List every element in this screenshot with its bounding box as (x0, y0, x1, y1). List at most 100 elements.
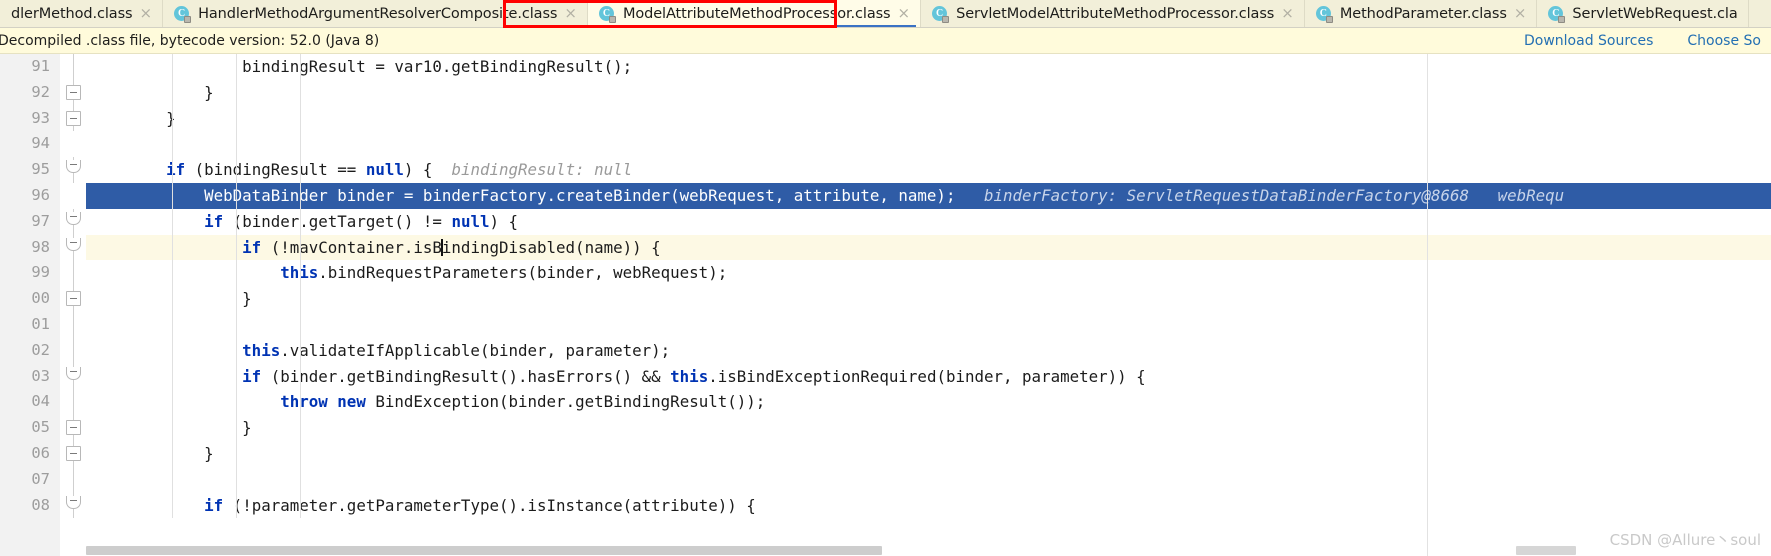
fold-row[interactable] (60, 415, 86, 441)
editor-tab-handler-method[interactable]: dlerMethod.class × (0, 0, 164, 27)
code-folding-column[interactable] (60, 54, 86, 519)
code-line[interactable]: if (!parameter.getParameterType().isInst… (86, 492, 1771, 519)
code-text: } (90, 82, 214, 102)
code-line[interactable]: if (binder.getTarget() != null) { (86, 208, 1771, 235)
choose-sources-link[interactable]: Choose So (1687, 33, 1761, 49)
fold-collapse-icon[interactable] (66, 237, 81, 251)
indent-guide (172, 182, 173, 209)
editor-tab-label: ModelAttributeMethodProcessor.class (622, 6, 891, 22)
editor-tab-label: dlerMethod.class (11, 6, 133, 22)
code-keyword: if (242, 237, 262, 257)
close-icon[interactable]: × (564, 5, 577, 23)
code-line[interactable]: this.validateIfApplicable(binder, parame… (86, 337, 1771, 364)
fold-row[interactable] (60, 260, 86, 287)
editor-gutter[interactable]: 91 92 93 94 95 96 97 98 99 00 01 02 03 04 05 06 07 08 (0, 54, 86, 556)
editor-tab-model-attribute-method-processor[interactable]: C ModelAttributeMethodProcessor.class × (587, 0, 922, 27)
fold-collapse-icon[interactable] (66, 420, 81, 436)
indent-guide (300, 260, 301, 287)
fold-collapse-icon[interactable] (66, 211, 81, 225)
indent-guide (300, 54, 301, 80)
fold-row[interactable] (60, 389, 86, 416)
code-line[interactable]: throw new BindException(binder.getBindin… (86, 389, 1771, 416)
download-sources-link[interactable]: Download Sources (1524, 33, 1653, 49)
fold-row[interactable] (60, 234, 86, 261)
editor-tab-label: ServletWebRequest.cla (1572, 6, 1738, 22)
indent-guide (236, 234, 237, 261)
indent-guide (172, 208, 173, 235)
code-text: ) { (489, 211, 519, 231)
editor-tab-servlet-web-request[interactable]: C ServletWebRequest.cla (1537, 0, 1749, 27)
fold-row[interactable] (60, 105, 86, 132)
fold-collapse-icon[interactable] (66, 160, 81, 174)
code-line[interactable]: this.bindRequestParameters(binder, webRe… (86, 260, 1771, 287)
code-line[interactable]: if (binder.getBindingResult().hasErrors(… (86, 363, 1771, 390)
code-line[interactable] (86, 311, 1771, 338)
horizontal-scrollbar-thumb[interactable] (86, 546, 882, 555)
fold-row[interactable] (60, 208, 86, 235)
fold-row[interactable] (60, 440, 86, 467)
indent-guide (236, 105, 237, 132)
fold-collapse-icon[interactable] (66, 366, 81, 380)
code-line[interactable]: if (!mavContainer.isBindingDisabled(name… (86, 234, 1771, 261)
code-text: } (90, 443, 214, 463)
fold-row[interactable] (60, 183, 86, 209)
code-text: ) { (403, 160, 452, 180)
lock-icon (184, 15, 192, 23)
code-text: indingDisabled(name)) { (441, 237, 661, 257)
code-editor[interactable]: 91 92 93 94 95 96 97 98 99 00 01 02 03 04 05 06 07 08 bin… (0, 54, 1771, 556)
fold-row[interactable] (60, 466, 86, 493)
fold-row[interactable] (60, 311, 86, 338)
fold-row[interactable] (60, 54, 86, 80)
fold-row[interactable] (60, 131, 86, 157)
fold-row[interactable] (60, 337, 86, 364)
fold-collapse-icon[interactable] (66, 291, 81, 307)
code-line[interactable]: if (bindingResult == null) { bindingResu… (86, 157, 1771, 183)
fold-collapse-icon[interactable] (66, 84, 81, 100)
fold-collapse-icon[interactable] (66, 495, 81, 509)
code-line[interactable] (86, 466, 1771, 493)
horizontal-scrollbar[interactable] (86, 544, 1771, 556)
editor-tab-method-parameter[interactable]: C MethodParameter.class × (1304, 0, 1538, 27)
close-icon[interactable]: × (1514, 5, 1527, 23)
code-line[interactable]: } (86, 79, 1771, 106)
indent-guide (172, 54, 173, 80)
editor-tab-servlet-model-attribute-method-processor[interactable]: C ServletModelAttributeMethodProcessor.c… (921, 0, 1305, 27)
indent-guide (300, 79, 301, 106)
code-line[interactable]: bindingResult = var10.getBindingResult()… (86, 54, 1771, 80)
horizontal-scrollbar-thumb-secondary[interactable] (1516, 546, 1576, 555)
close-icon[interactable]: × (1281, 5, 1294, 23)
code-line[interactable]: } (86, 415, 1771, 441)
code-text: WebDataBinder binder = binderFactory.cre… (90, 185, 984, 205)
code-line[interactable]: } (86, 286, 1771, 312)
fold-row[interactable] (60, 286, 86, 312)
fold-row[interactable] (60, 79, 86, 106)
code-line-selected[interactable]: WebDataBinder binder = binderFactory.cre… (86, 182, 1771, 209)
close-icon[interactable]: × (898, 5, 911, 23)
lock-icon (1558, 15, 1566, 23)
fold-row[interactable] (60, 157, 86, 183)
code-line[interactable]: } (86, 440, 1771, 467)
indent-guide (300, 363, 301, 390)
fold-collapse-icon[interactable] (66, 445, 81, 461)
close-icon[interactable]: × (140, 5, 153, 23)
code-text-area[interactable]: bindingResult = var10.getBindingResult()… (86, 54, 1771, 556)
indent-guide (300, 286, 301, 312)
code-text: .validateIfApplicable(binder, parameter)… (280, 340, 671, 360)
fold-collapse-icon[interactable] (66, 110, 81, 126)
code-line[interactable]: } (86, 105, 1771, 132)
line-number: 07 (31, 469, 50, 488)
indent-guide (300, 492, 301, 519)
editor-tab-handler-method-argument-resolver-composite[interactable]: C HandlerMethodArgumentResolverComposite… (163, 0, 588, 27)
indent-guide (172, 363, 173, 390)
indent-guide (300, 466, 301, 493)
code-line[interactable] (86, 131, 1771, 158)
fold-row[interactable] (60, 492, 86, 519)
fold-row[interactable] (60, 363, 86, 390)
indent-guide (236, 466, 237, 493)
indent-guide (300, 208, 301, 235)
indent-guide (236, 208, 237, 235)
